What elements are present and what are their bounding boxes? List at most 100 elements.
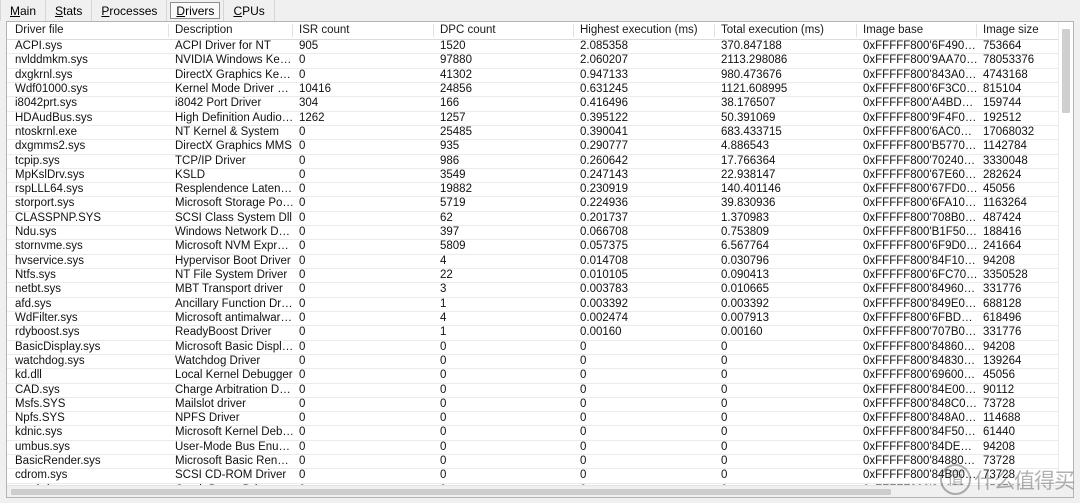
table-row[interactable]: afd.sys Ancillary Function Driver for ...…: [7, 297, 1073, 312]
table-row[interactable]: BasicRender.sys Microsoft Basic Render Dr…: [7, 455, 1073, 470]
tab-drivers[interactable]: Drivers: [167, 0, 225, 21]
table-row[interactable]: storport.sys Microsoft Storage Port Drive…: [7, 197, 1073, 212]
cell-image-base: 0xFFFFF800'67E60000: [863, 168, 978, 181]
column-divider[interactable]: [714, 24, 715, 37]
tab-stats[interactable]: Stats: [46, 0, 93, 21]
cell-image-base: 0xFFFFF800'6FC70000: [863, 269, 978, 281]
cell-driver-file: afd.sys: [15, 297, 52, 310]
column-driver-file-header[interactable]: Driver file: [10, 22, 168, 39]
cell-isr-count: 0: [299, 54, 306, 67]
column-description-header[interactable]: Description: [170, 22, 294, 39]
cell-isr-count: 0: [299, 68, 306, 81]
cell-driver-file: dxgmms2.sys: [15, 140, 86, 153]
column-divider[interactable]: [976, 24, 977, 37]
table-row[interactable]: Ndu.sys Windows Network Data Usag... 0 397 0…: [7, 226, 1073, 241]
table-row[interactable]: CLASSPNP.SYS SCSI Class System Dll 0 62 0.20…: [7, 211, 1073, 227]
cell-total-execution: 0: [721, 383, 728, 396]
horizontal-scrollbar-thumb[interactable]: [11, 489, 891, 495]
table-row[interactable]: CAD.sys Charge Arbitration Driver 0 0 0 0 0xFF…: [7, 383, 1073, 398]
vertical-scrollbar[interactable]: [1058, 22, 1073, 483]
cell-driver-file: ntoskrnl.exe: [15, 125, 78, 138]
table-row[interactable]: Wdf01000.sys Kernel Mode Driver Framewor.…: [7, 82, 1073, 98]
tab-main[interactable]: Main: [0, 0, 47, 21]
cell-total-execution: 38.176507: [721, 97, 776, 110]
table-row[interactable]: Msfs.SYS Mailslot driver 0 0 0 0 0xFFFFF800'84…: [7, 397, 1073, 413]
cell-highest-execution: 0.631245: [580, 82, 628, 95]
cell-total-execution: 39.830936: [721, 197, 776, 210]
cell-total-execution: 140.401146: [721, 183, 781, 196]
table-row[interactable]: HDAudBus.sys High Definition Audio Bus Dr…: [7, 111, 1073, 126]
cell-highest-execution: 0.003392: [580, 297, 628, 310]
cell-highest-execution: 0: [580, 412, 587, 425]
cell-description: ReadyBoost Driver: [175, 326, 272, 339]
table-row[interactable]: kdnic.sys Microsoft Kernel Debugger Ne...…: [7, 426, 1073, 441]
column-total-execution-header[interactable]: Total execution (ms): [716, 22, 858, 39]
table-row[interactable]: ntoskrnl.exe NT Kernel & System 0 25485 0.39…: [7, 125, 1073, 141]
column-divider[interactable]: [573, 24, 574, 37]
cell-image-base: 0xFFFFF800'84960000: [863, 283, 978, 296]
horizontal-scrollbar[interactable]: [7, 485, 1073, 497]
column-divider[interactable]: [433, 24, 434, 37]
column-highest-execution-header[interactable]: Highest execution (ms): [575, 22, 716, 39]
cell-isr-count: 0: [299, 455, 306, 468]
table-row[interactable]: nvlddmkm.sys NVIDIA Windows Kernel Mod...…: [7, 54, 1073, 69]
table-row[interactable]: dxgkrnl.sys DirectX Graphics Kernel 0 41302…: [7, 68, 1073, 83]
column-divider[interactable]: [168, 24, 169, 37]
cell-image-base: 0xFFFFF800'6AC00000: [863, 125, 978, 138]
tab-main-label: Main: [10, 3, 37, 18]
cell-total-execution: 0: [721, 354, 728, 367]
vertical-scrollbar-thumb[interactable]: [1062, 29, 1070, 113]
cell-image-base: 0xFFFFF800'70240000: [863, 154, 978, 167]
table-row[interactable]: WdFilter.sys Microsoft antimalware file s…: [7, 311, 1073, 327]
table-row[interactable]: Ntfs.sys NT File System Driver 0 22 0.010105…: [7, 269, 1073, 284]
cell-image-base: 0xFFFFF800'69600000: [863, 369, 978, 382]
column-divider[interactable]: [856, 24, 857, 37]
cell-highest-execution: 2.060207: [580, 54, 628, 67]
column-dpc-count-header[interactable]: DPC count: [435, 22, 575, 39]
cell-image-base: 0xFFFFF800'9F4F0000: [863, 111, 978, 124]
cell-driver-file: BasicDisplay.sys: [15, 340, 101, 353]
cell-driver-file: Msfs.SYS: [15, 397, 66, 410]
cell-description: ACPI Driver for NT: [175, 40, 271, 52]
cell-driver-file: hvservice.sys: [15, 254, 85, 267]
table-row[interactable]: tcpip.sys TCP/IP Driver 0 986 0.260642 17.766…: [7, 154, 1073, 169]
table-row[interactable]: BasicDisplay.sys Microsoft Basic Display …: [7, 340, 1073, 355]
table-row[interactable]: rdyboost.sys ReadyBoost Driver 0 1 0.00160 0.…: [7, 326, 1073, 341]
cell-dpc-count: 1257: [440, 111, 466, 124]
cell-total-execution: 0.00160: [721, 326, 763, 339]
tab-cpus[interactable]: CPUs: [224, 0, 275, 21]
cell-dpc-count: 3549: [440, 168, 466, 181]
cell-isr-count: 0: [299, 168, 306, 181]
column-isr-count-header[interactable]: ISR count: [294, 22, 435, 39]
cell-image-base: 0xFFFFF800'67FD0000: [863, 183, 978, 196]
cell-driver-file: netbt.sys: [15, 283, 62, 296]
cell-isr-count: 0: [299, 125, 306, 138]
table-row[interactable]: cdrom.sys SCSI CD-ROM Driver 0 0 0 0 0xFFFFF80…: [7, 469, 1073, 484]
table-row[interactable]: netbt.sys MBT Transport driver 0 3 0.003783 0…: [7, 283, 1073, 298]
column-image-base-header[interactable]: Image base: [858, 22, 978, 39]
table-row[interactable]: stornvme.sys Microsoft NVM Express Storp.…: [7, 240, 1073, 255]
cell-image-base: 0xFFFFF800'708B0000: [863, 211, 978, 224]
table-row[interactable]: ACPI.sys ACPI Driver for NT 905 1520 2.08535…: [7, 40, 1073, 55]
cell-description: Mailslot driver: [175, 397, 246, 410]
table-row[interactable]: umbus.sys User-Mode Bus Enumerator 0 0 0 0 0xF…: [7, 440, 1073, 456]
column-divider[interactable]: [292, 24, 293, 37]
cell-total-execution: 0: [721, 369, 728, 382]
table-row[interactable]: Npfs.SYS NPFS Driver 0 0 0 0 0xFFFFF800'848A00…: [7, 412, 1073, 427]
tab-processes[interactable]: Processes: [92, 0, 168, 21]
table-row[interactable]: hvservice.sys Hypervisor Boot Driver 0 4 0.0…: [7, 254, 1073, 269]
cell-highest-execution: 0.010105: [580, 269, 628, 281]
table-body: ACPI.sys ACPI Driver for NT 905 1520 2.08535…: [7, 40, 1073, 487]
table-row[interactable]: MpKslDrv.sys KSLD 0 3549 0.247143 22.938147 0x…: [7, 168, 1073, 184]
cell-image-base: 0xFFFFF800'6F9D0000: [863, 240, 978, 253]
cell-image-base: 0xFFFFF800'B1F50000: [863, 226, 978, 239]
table-row[interactable]: i8042prt.sys i8042 Port Driver 304 166 0.416…: [7, 97, 1073, 112]
cell-description: User-Mode Bus Enumerator: [175, 440, 294, 453]
table-row[interactable]: kd.dll Local Kernel Debugger 0 0 0 0 0xFFFFF80…: [7, 369, 1073, 384]
table-row[interactable]: watchdog.sys Watchdog Driver 0 0 0 0 0xFFFFF80…: [7, 354, 1073, 370]
cell-isr-count: 0: [299, 269, 306, 281]
cell-description: SCSI CD-ROM Driver: [175, 469, 287, 482]
cell-driver-file: kd.dll: [15, 369, 42, 382]
table-row[interactable]: rspLLL64.sys Resplendence Latency Monit..…: [7, 183, 1073, 198]
table-row[interactable]: dxgmms2.sys DirectX Graphics MMS 0 935 0.290…: [7, 140, 1073, 155]
